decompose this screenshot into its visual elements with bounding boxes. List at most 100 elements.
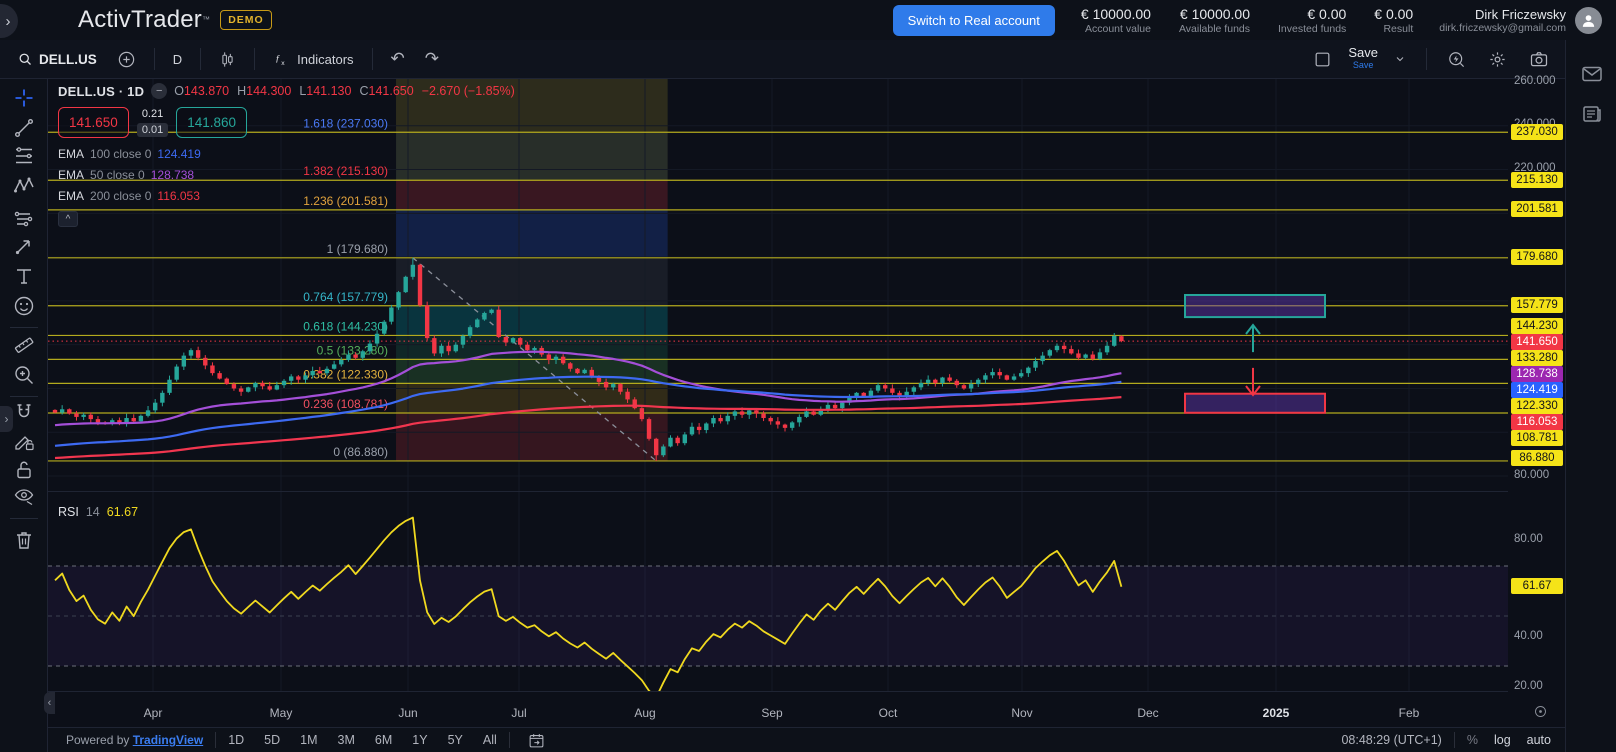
lock-tool-icon[interactable] xyxy=(12,458,36,482)
time-axis-label: Jun xyxy=(398,706,417,720)
pip-value: 0.01 xyxy=(137,123,168,137)
fib-retracement-tool-icon[interactable] xyxy=(12,144,36,168)
arrow-marker-tool-icon[interactable] xyxy=(12,234,36,258)
range-button-1m[interactable]: 1M xyxy=(300,733,317,747)
ema-legend-rows: EMA100 close 0124.419EMA50 close 0128.73… xyxy=(58,147,515,203)
compare-add-button[interactable] xyxy=(111,46,142,73)
drawing-lock-tool-icon[interactable] xyxy=(12,429,36,453)
clock-label[interactable]: 08:48:29 (UTC+1) xyxy=(1341,733,1441,747)
save-button[interactable]: Save Save xyxy=(1348,47,1378,71)
timeframe-button[interactable]: D xyxy=(167,48,188,71)
range-button-6m[interactable]: 6M xyxy=(375,733,392,747)
toolbar-divider xyxy=(1426,48,1427,70)
emoji-tool-icon[interactable] xyxy=(12,294,36,318)
trend-line-tool-icon[interactable] xyxy=(12,116,36,140)
time-axis-label: Dec xyxy=(1137,706,1158,720)
crosshair-tool-icon[interactable] xyxy=(12,86,36,110)
prediction-tool-icon[interactable] xyxy=(12,206,36,230)
auto-scale-button[interactable]: auto xyxy=(1527,733,1551,747)
goto-date-button[interactable] xyxy=(522,728,551,752)
toolbar-divider xyxy=(254,48,255,70)
range-button-3m[interactable]: 3M xyxy=(338,733,355,747)
legend-collapse-button[interactable]: ^ xyxy=(58,211,78,227)
time-axis[interactable]: AprMayJunJulAugSepOctNovDec2025Feb xyxy=(48,691,1508,727)
legend-symbol-title[interactable]: DELL.US · 1D xyxy=(58,84,144,99)
alert-icon xyxy=(1447,50,1466,69)
time-axis-label: Feb xyxy=(1399,706,1420,720)
range-button-1d[interactable]: 1D xyxy=(228,733,244,747)
news-icon xyxy=(1580,102,1604,126)
zoom-in-tool-icon[interactable] xyxy=(12,363,36,387)
symbol-search[interactable]: DELL.US xyxy=(12,48,103,71)
rsi-pane-svg[interactable] xyxy=(48,492,1508,692)
scale-price-badge: 157.779 xyxy=(1511,297,1563,313)
price-scale[interactable]: 260.000240.000220.00080.00080.0040.0020.… xyxy=(1508,79,1565,727)
hide-drawings-tool-icon[interactable] xyxy=(12,484,36,508)
fx-icon: ƒx xyxy=(273,50,291,68)
redo-button[interactable]: ↷ xyxy=(419,45,445,73)
scale-price-badge: 116.053 xyxy=(1511,414,1563,430)
layout-button[interactable] xyxy=(1307,46,1338,73)
indicators-label: Indicators xyxy=(297,52,353,67)
ruler-tool-icon[interactable] xyxy=(12,333,36,357)
alert-button[interactable] xyxy=(1441,46,1472,73)
account-stat: € 0.00Result xyxy=(1374,6,1413,35)
undo-button[interactable]: ↶ xyxy=(385,45,411,73)
chevron-down-icon xyxy=(1394,53,1406,65)
settings-button[interactable] xyxy=(1482,46,1513,73)
percent-scale-button[interactable]: % xyxy=(1467,733,1478,747)
ohlc-values: O143.870H144.300L141.130C141.650−2.670 (… xyxy=(174,84,515,98)
range-button-all[interactable]: All xyxy=(483,733,497,747)
gear-icon xyxy=(1488,50,1507,69)
watchlist-expand-handle[interactable]: › xyxy=(0,406,13,432)
xabcd-pattern-tool-icon[interactable] xyxy=(12,174,36,198)
avatar[interactable] xyxy=(1575,7,1602,34)
rsi-title[interactable]: RSI xyxy=(58,505,79,519)
range-button-1y[interactable]: 1Y xyxy=(412,733,427,747)
hide-symbol-icon[interactable]: − xyxy=(151,83,167,99)
scale-price-badge: 201.581 xyxy=(1511,201,1563,217)
scale-label: 40.00 xyxy=(1514,630,1543,642)
goto-date-icon xyxy=(528,732,545,749)
logo-wrap: ActivTrader™ DEMO xyxy=(78,7,272,33)
tradingview-link[interactable]: TradingView xyxy=(133,733,203,747)
stat-value: € 0.00 xyxy=(1374,6,1413,22)
ema-legend-row: EMA100 close 0124.419 xyxy=(58,147,515,161)
stat-value: € 0.00 xyxy=(1278,6,1346,22)
camera-icon xyxy=(1529,49,1549,69)
remove-drawings-tool-icon[interactable] xyxy=(12,528,36,552)
rsi-value: 61.67 xyxy=(107,505,138,519)
time-axis-label: 2025 xyxy=(1263,706,1290,720)
mail-button[interactable] xyxy=(1580,62,1604,86)
text-tool-icon[interactable] xyxy=(12,264,36,288)
demo-badge: DEMO xyxy=(220,10,272,30)
range-button-5d[interactable]: 5D xyxy=(264,733,280,747)
scale-price-badge: 133.280 xyxy=(1511,350,1563,366)
log-scale-button[interactable]: log xyxy=(1494,733,1511,747)
time-axis-label: Jul xyxy=(511,706,526,720)
buy-button[interactable]: 141.860 xyxy=(176,107,247,138)
news-button[interactable] xyxy=(1580,102,1604,126)
account-stat: € 10000.00Account value xyxy=(1081,6,1151,35)
stat-value: € 10000.00 xyxy=(1179,6,1250,22)
time-axis-label: Sep xyxy=(761,706,782,720)
pane-collapse-handle[interactable]: ‹ xyxy=(44,692,55,714)
header-right: Switch to Real account € 10000.00Account… xyxy=(893,5,1616,36)
sell-button[interactable]: 141.650 xyxy=(58,107,129,138)
rsi-pane[interactable] xyxy=(48,491,1508,691)
expand-panel-button[interactable]: › xyxy=(0,4,18,38)
ohlc-field: L141.130 xyxy=(299,84,351,98)
chart-style-button[interactable] xyxy=(213,47,242,72)
user-name: Dirk Friczewsky xyxy=(1439,7,1566,22)
switch-to-real-button[interactable]: Switch to Real account xyxy=(893,5,1055,36)
save-menu-chevron[interactable] xyxy=(1388,49,1412,69)
svg-text:0.764 (157.779): 0.764 (157.779) xyxy=(303,290,388,304)
right-sidebar xyxy=(1565,40,1616,752)
scale-reset-icon[interactable] xyxy=(1533,704,1548,722)
time-axis-label: Apr xyxy=(144,706,163,720)
screenshot-button[interactable] xyxy=(1523,45,1555,73)
svg-text:0.236 (108.781): 0.236 (108.781) xyxy=(303,397,388,411)
indicators-button[interactable]: ƒx Indicators xyxy=(267,46,359,72)
range-button-5y[interactable]: 5Y xyxy=(448,733,463,747)
magnet-tool-icon[interactable] xyxy=(12,401,36,425)
